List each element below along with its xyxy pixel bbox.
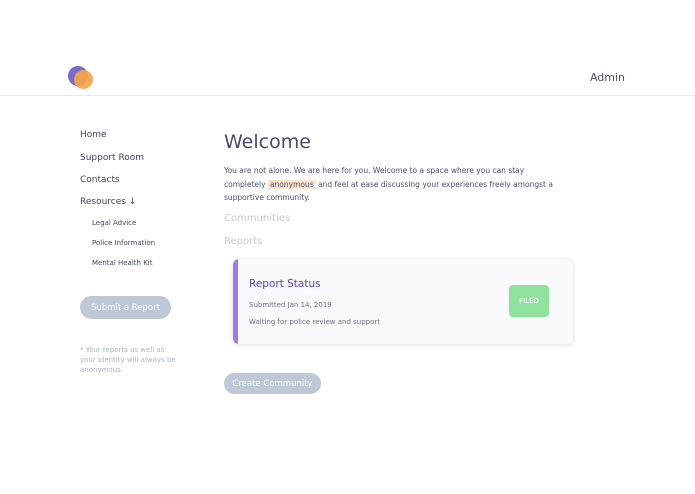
- intro-highlight: anonymous: [267, 179, 316, 189]
- sidebar-subitem-police-information[interactable]: Police Information: [92, 239, 155, 247]
- report-submitted-date: Submitted Jan 14, 2019: [249, 301, 332, 309]
- sidebar-subitem-mental-health-kit[interactable]: Mental Health Kit: [92, 259, 152, 267]
- sidebar-item-contacts[interactable]: Contacts: [80, 175, 120, 185]
- logo-icon[interactable]: [68, 66, 96, 92]
- create-community-button[interactable]: Create Community: [224, 373, 321, 394]
- report-status-card[interactable]: Report Status Submitted Jan 14, 2019 Wai…: [233, 259, 573, 344]
- report-title: Report Status: [249, 278, 321, 290]
- reports-heading[interactable]: Reports: [224, 236, 262, 247]
- status-badge: FILED: [509, 285, 549, 317]
- sidebar-item-resources[interactable]: Resources ↓: [80, 197, 136, 207]
- sidebar-subitem-legal-advice[interactable]: Legal Advice: [92, 219, 136, 227]
- report-status-text: Waiting for police review and support: [249, 318, 380, 326]
- admin-menu[interactable]: Admin: [590, 71, 625, 84]
- anonymity-note: * Your reports as well as your identity …: [80, 346, 176, 374]
- page-title: Welcome: [224, 131, 311, 153]
- top-header: Admin: [0, 52, 695, 96]
- logo-circle-orange: [74, 70, 93, 89]
- card-accent-bar: [233, 259, 238, 344]
- submit-report-button[interactable]: Submit a Report: [80, 296, 171, 319]
- sidebar-item-home[interactable]: Home: [80, 130, 107, 140]
- communities-heading[interactable]: Communities: [224, 213, 290, 224]
- intro-paragraph: You are not alone. We are here for you. …: [224, 164, 554, 205]
- sidebar-item-support-room[interactable]: Support Room: [80, 153, 144, 163]
